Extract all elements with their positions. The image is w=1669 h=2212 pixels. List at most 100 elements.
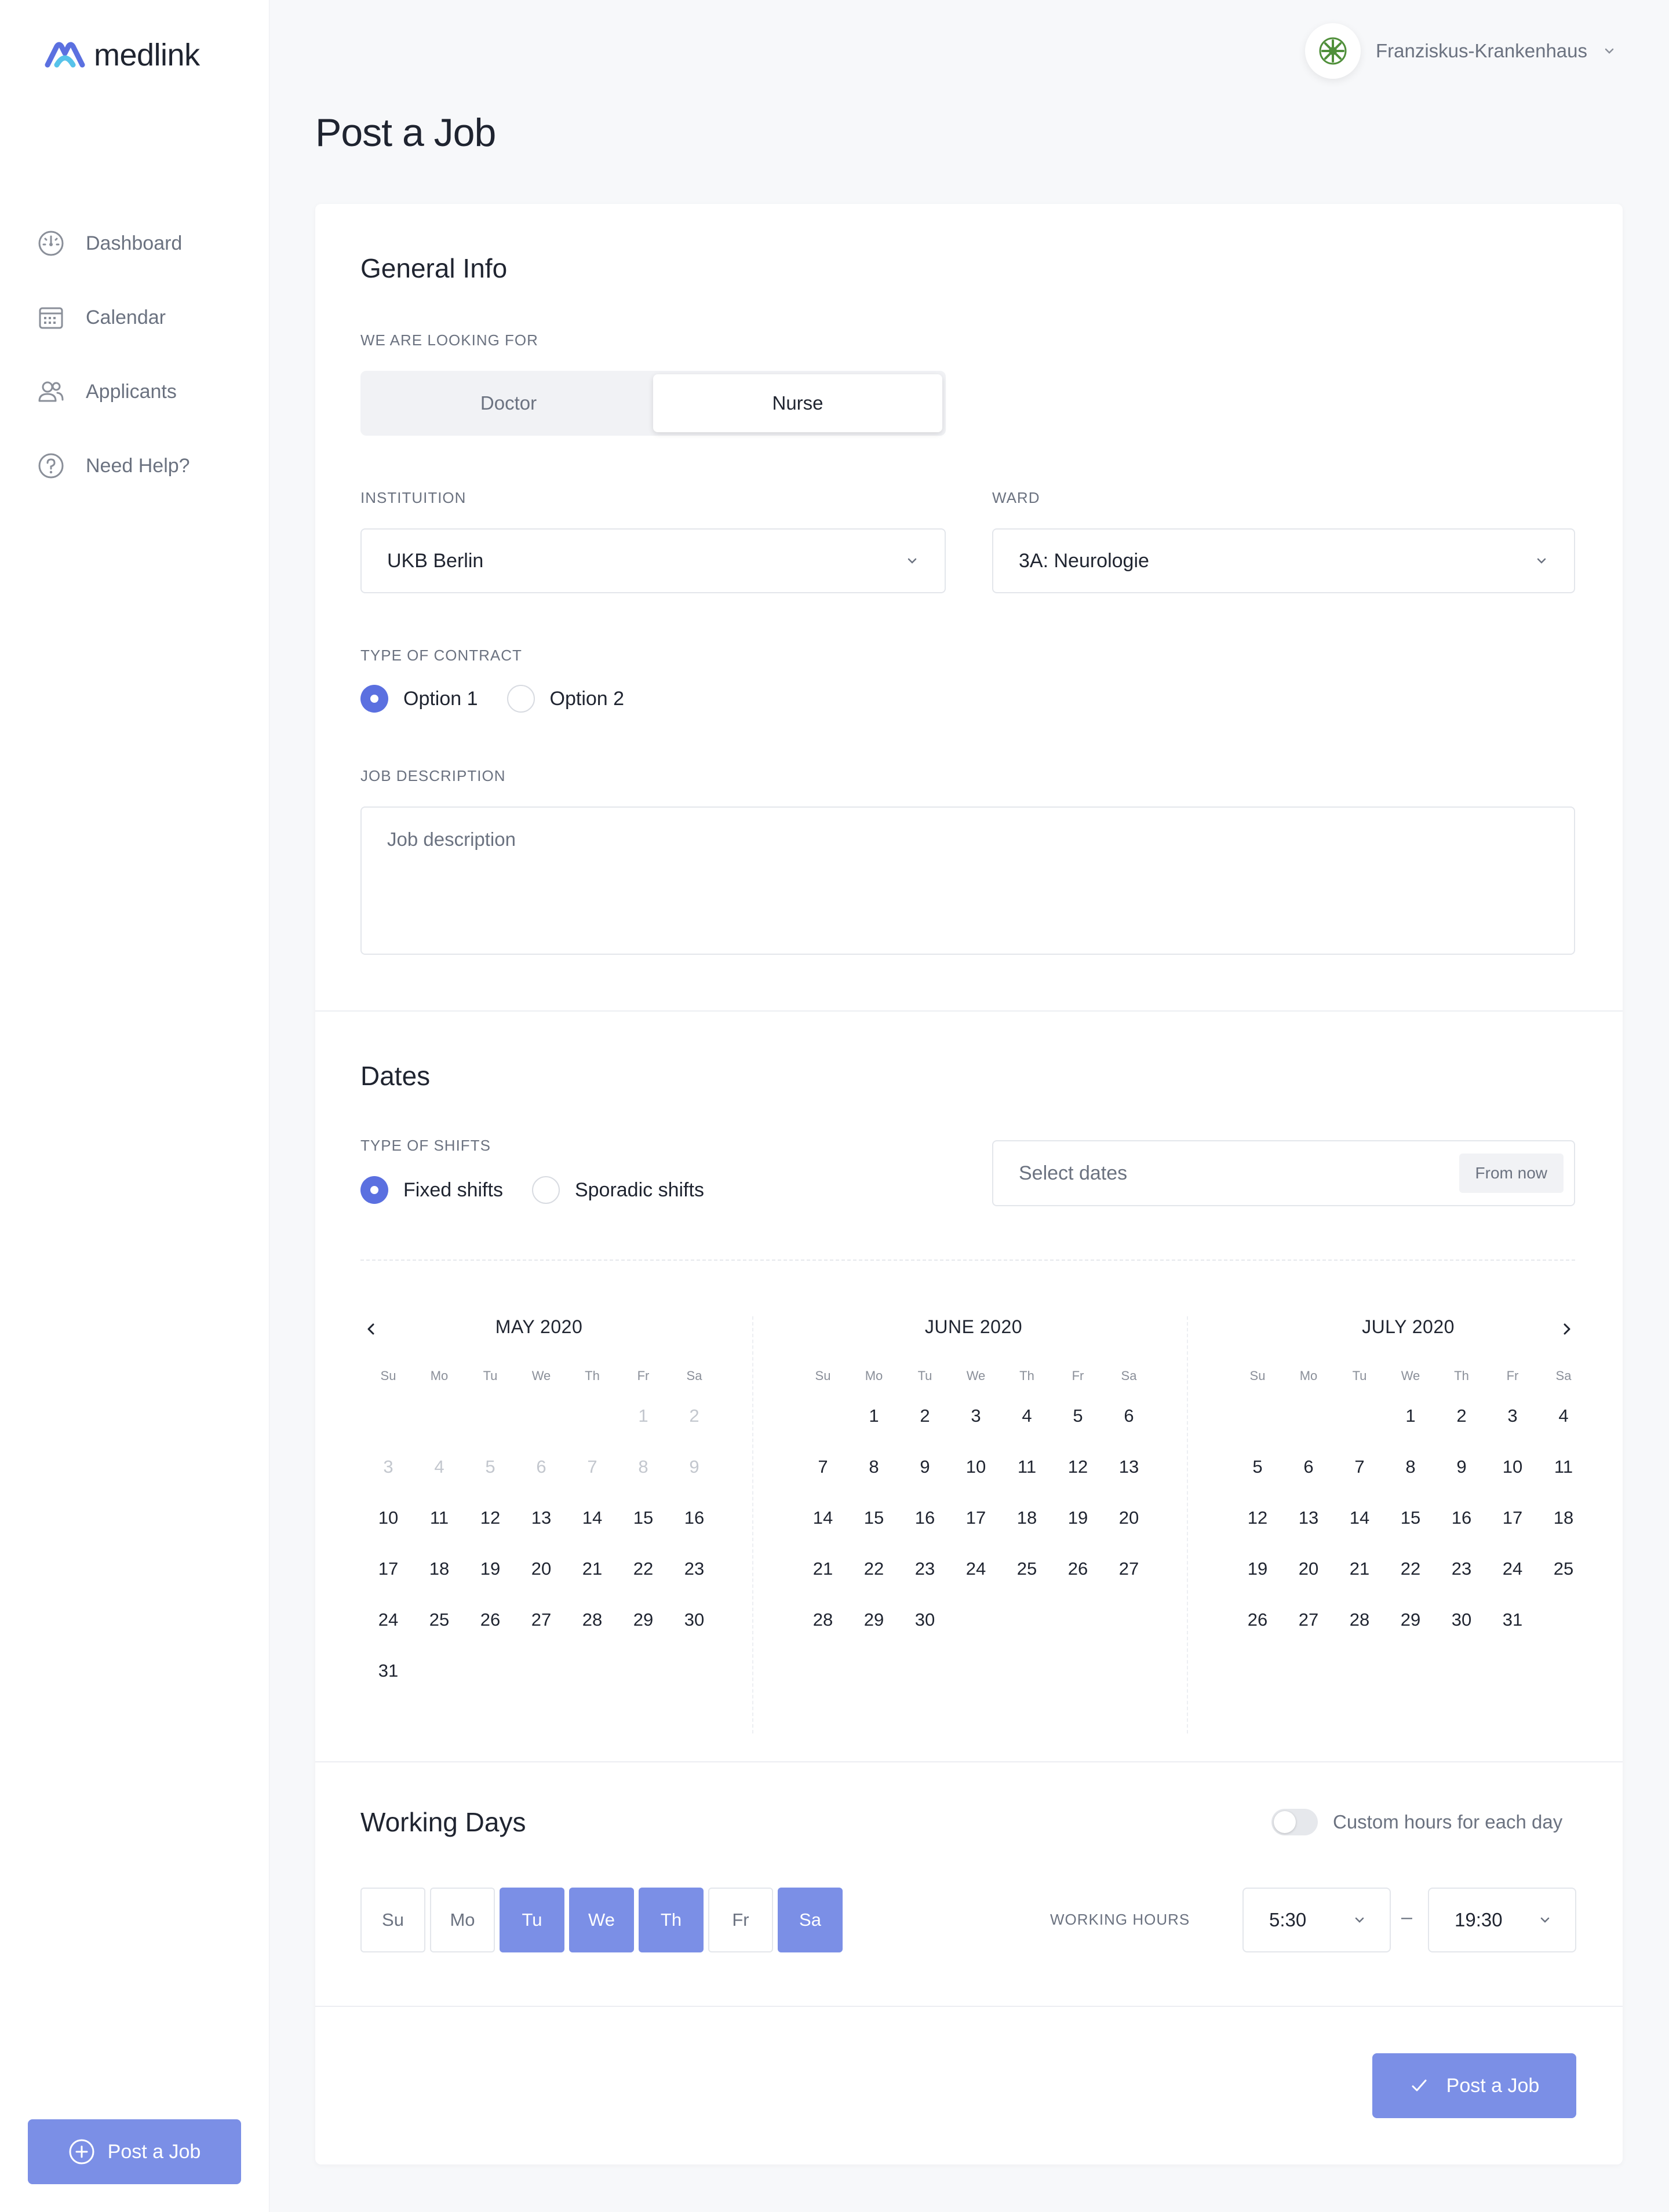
contract-option-1-radio[interactable]: Option 1 — [360, 685, 478, 713]
day-toggle-sa[interactable]: Sa — [778, 1888, 843, 1952]
calendar-day[interactable]: 10 — [363, 1492, 414, 1543]
calendar-day[interactable]: 28 — [797, 1594, 848, 1645]
calendar-day[interactable]: 27 — [1283, 1594, 1334, 1645]
calendar-day[interactable]: 16 — [669, 1492, 720, 1543]
calendar-day[interactable]: 11 — [1001, 1441, 1052, 1492]
calendar-day[interactable]: 1 — [848, 1390, 899, 1441]
calendar-day[interactable]: 18 — [1001, 1492, 1052, 1543]
calendar-day[interactable]: 29 — [618, 1594, 669, 1645]
calendar-day[interactable]: 4 — [1001, 1390, 1052, 1441]
calendar-day[interactable]: 30 — [1436, 1594, 1487, 1645]
calendar-day[interactable]: 4 — [1538, 1390, 1589, 1441]
calendar-day[interactable]: 14 — [1334, 1492, 1385, 1543]
ward-select[interactable]: 3A: Neurologie — [992, 528, 1575, 593]
role-option-nurse[interactable]: Nurse — [653, 374, 942, 432]
start-time-select[interactable]: 5:30 — [1242, 1888, 1391, 1952]
sidebar-item-help[interactable]: Need Help? — [36, 429, 190, 503]
organization-switcher[interactable]: Franziskus-Krankenhaus — [1305, 23, 1616, 79]
calendar-day[interactable]: 17 — [363, 1543, 414, 1594]
calendar-day[interactable]: 24 — [1487, 1543, 1538, 1594]
calendar-day[interactable]: 22 — [1385, 1543, 1436, 1594]
calendar-day[interactable]: 25 — [414, 1594, 465, 1645]
calendar-day[interactable]: 19 — [1232, 1543, 1283, 1594]
logo[interactable]: medlink — [44, 37, 200, 73]
role-option-doctor[interactable]: Doctor — [364, 374, 653, 432]
toggle-switch[interactable] — [1271, 1809, 1318, 1835]
calendar-day[interactable]: 9 — [1436, 1441, 1487, 1492]
from-now-button[interactable]: From now — [1459, 1154, 1564, 1193]
calendar-day[interactable]: 12 — [1232, 1492, 1283, 1543]
calendar-day[interactable]: 31 — [363, 1645, 414, 1696]
calendar-day[interactable]: 8 — [848, 1441, 899, 1492]
calendar-day[interactable]: 13 — [1283, 1492, 1334, 1543]
sidebar-item-applicants[interactable]: Applicants — [36, 355, 190, 429]
calendar-day[interactable]: 26 — [465, 1594, 516, 1645]
calendar-day[interactable]: 20 — [1283, 1543, 1334, 1594]
calendar-day[interactable]: 31 — [1487, 1594, 1538, 1645]
calendar-day[interactable]: 21 — [567, 1543, 618, 1594]
calendar-day[interactable]: 3 — [950, 1390, 1001, 1441]
calendar-day[interactable]: 3 — [1487, 1390, 1538, 1441]
calendar-day[interactable]: 26 — [1232, 1594, 1283, 1645]
end-time-select[interactable]: 19:30 — [1428, 1888, 1576, 1952]
fixed-shifts-radio[interactable]: Fixed shifts — [360, 1176, 503, 1204]
calendar-day[interactable]: 15 — [618, 1492, 669, 1543]
calendar-day[interactable]: 21 — [1334, 1543, 1385, 1594]
post-job-submit-button[interactable]: Post a Job — [1372, 2053, 1576, 2118]
day-toggle-su[interactable]: Su — [360, 1888, 425, 1952]
calendar-day[interactable]: 6 — [1283, 1441, 1334, 1492]
calendar-day[interactable]: 18 — [414, 1543, 465, 1594]
calendar-day[interactable]: 30 — [669, 1594, 720, 1645]
calendar-day[interactable]: 5 — [1232, 1441, 1283, 1492]
calendar-day[interactable]: 19 — [465, 1543, 516, 1594]
calendar-day[interactable]: 19 — [1052, 1492, 1103, 1543]
day-toggle-th[interactable]: Th — [639, 1888, 704, 1952]
calendar-day[interactable]: 11 — [1538, 1441, 1589, 1492]
calendar-day[interactable]: 20 — [1103, 1492, 1154, 1543]
calendar-day[interactable]: 23 — [669, 1543, 720, 1594]
calendar-day[interactable]: 30 — [899, 1594, 950, 1645]
calendar-day[interactable]: 16 — [899, 1492, 950, 1543]
calendar-day[interactable]: 29 — [1385, 1594, 1436, 1645]
calendar-day[interactable]: 7 — [1334, 1441, 1385, 1492]
calendar-day[interactable]: 22 — [848, 1543, 899, 1594]
calendar-day[interactable]: 11 — [414, 1492, 465, 1543]
calendar-day[interactable]: 25 — [1001, 1543, 1052, 1594]
calendar-day[interactable]: 7 — [797, 1441, 848, 1492]
calendar-day[interactable]: 29 — [848, 1594, 899, 1645]
calendar-day[interactable]: 18 — [1538, 1492, 1589, 1543]
calendar-day[interactable]: 20 — [516, 1543, 567, 1594]
sporadic-shifts-radio[interactable]: Sporadic shifts — [531, 1176, 704, 1204]
calendar-day[interactable]: 25 — [1538, 1543, 1589, 1594]
sidebar-item-calendar[interactable]: Calendar — [36, 280, 190, 355]
calendar-day[interactable]: 16 — [1436, 1492, 1487, 1543]
calendar-day[interactable]: 1 — [1385, 1390, 1436, 1441]
calendar-day[interactable]: 26 — [1052, 1543, 1103, 1594]
calendar-day[interactable]: 23 — [899, 1543, 950, 1594]
day-toggle-fr[interactable]: Fr — [708, 1888, 773, 1952]
calendar-day[interactable]: 10 — [950, 1441, 1001, 1492]
calendar-day[interactable]: 2 — [1436, 1390, 1487, 1441]
custom-hours-toggle[interactable]: Custom hours for each day — [1271, 1809, 1562, 1835]
calendar-day[interactable]: 13 — [1103, 1441, 1154, 1492]
calendar-day[interactable]: 22 — [618, 1543, 669, 1594]
calendar-day[interactable]: 5 — [1052, 1390, 1103, 1441]
calendar-day[interactable]: 8 — [1385, 1441, 1436, 1492]
calendar-day[interactable]: 23 — [1436, 1543, 1487, 1594]
calendar-day[interactable]: 9 — [899, 1441, 950, 1492]
calendar-day[interactable]: 24 — [950, 1543, 1001, 1594]
calendar-day[interactable]: 17 — [1487, 1492, 1538, 1543]
calendar-day[interactable]: 10 — [1487, 1441, 1538, 1492]
calendar-day[interactable]: 13 — [516, 1492, 567, 1543]
day-toggle-tu[interactable]: Tu — [500, 1888, 564, 1952]
select-dates-input[interactable]: Select dates From now — [992, 1140, 1575, 1206]
job-description-textarea[interactable]: Job description — [360, 806, 1575, 955]
calendar-day[interactable]: 24 — [363, 1594, 414, 1645]
calendar-day[interactable]: 12 — [465, 1492, 516, 1543]
calendar-day[interactable]: 14 — [797, 1492, 848, 1543]
calendar-day[interactable]: 2 — [899, 1390, 950, 1441]
calendar-day[interactable]: 6 — [1103, 1390, 1154, 1441]
contract-option-2-radio[interactable]: Option 2 — [506, 685, 624, 713]
day-toggle-we[interactable]: We — [569, 1888, 634, 1952]
calendar-day[interactable]: 21 — [797, 1543, 848, 1594]
